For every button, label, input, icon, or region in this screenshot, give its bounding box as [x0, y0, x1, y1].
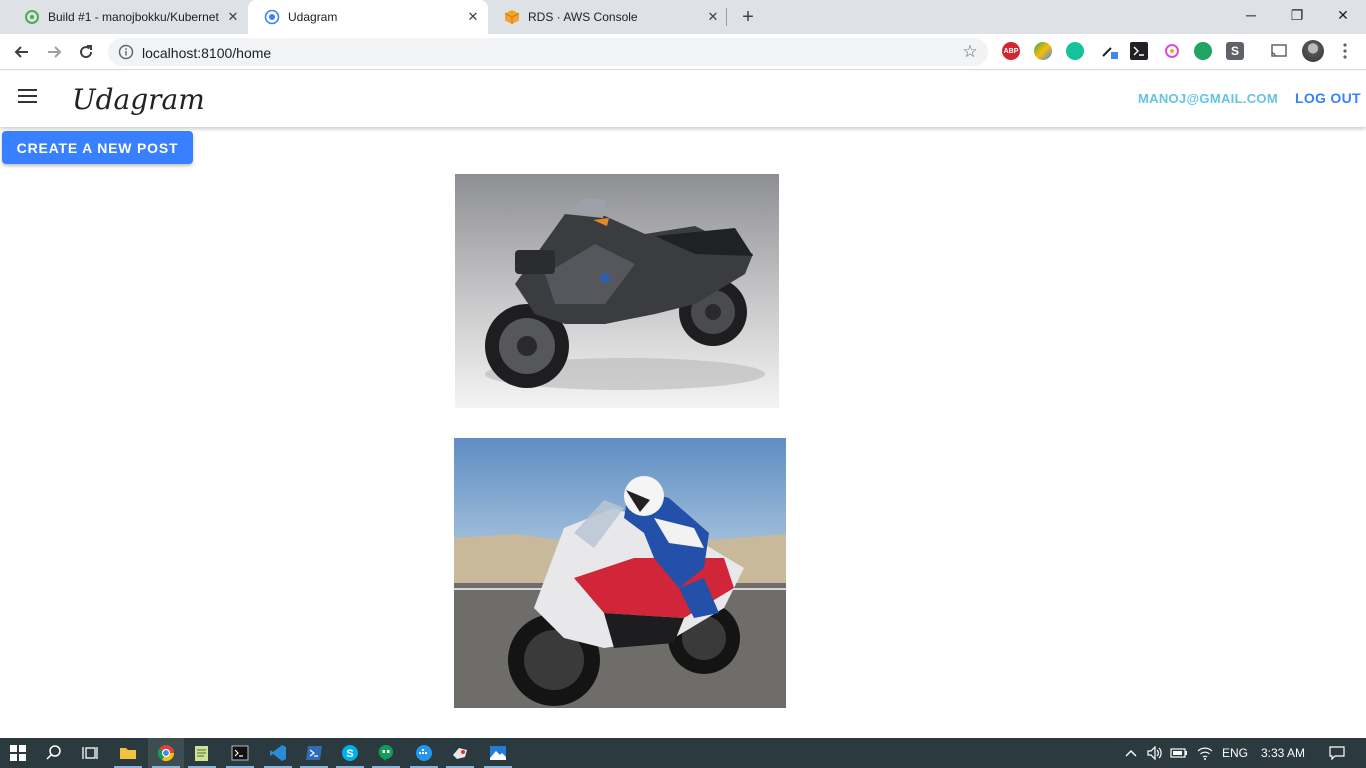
address-bar[interactable]: localhost:8100/home ☆ [108, 38, 988, 66]
hangouts-button[interactable] [368, 738, 404, 768]
info-icon[interactable] [118, 44, 134, 60]
windows-taskbar: S ENG 3:33 AM [0, 738, 1366, 768]
user-email-button[interactable]: MANOJ@GMAIL.COM [1138, 91, 1278, 106]
adblock-extension-icon[interactable]: ABP [1002, 42, 1020, 60]
chrome-menu-icon[interactable] [1336, 42, 1354, 60]
drive-extension-icon[interactable] [1034, 42, 1052, 60]
notepad-button[interactable] [184, 738, 220, 768]
minimize-button[interactable]: ─ [1228, 0, 1274, 30]
speaker-icon [1147, 746, 1162, 760]
tab-udagram[interactable]: Udagram ✕ [248, 0, 488, 34]
search-button[interactable] [36, 738, 72, 768]
tab-close-icon[interactable]: ✕ [466, 10, 480, 24]
action-center-button[interactable] [1322, 738, 1352, 768]
show-hidden-icons-button[interactable] [1118, 738, 1144, 768]
reload-icon [80, 45, 93, 59]
evernote-extension-icon[interactable] [1194, 42, 1212, 60]
battery-icon [1170, 748, 1187, 758]
notepad-icon [195, 746, 208, 761]
chrome-taskbar-button[interactable] [148, 738, 184, 768]
tab-aws-rds[interactable]: RDS · AWS Console ✕ [488, 0, 728, 34]
hamburger-menu-icon[interactable] [18, 89, 38, 105]
powershell-button[interactable] [296, 738, 332, 768]
logout-button[interactable]: LOG OUT [1295, 90, 1361, 106]
powershell-icon [306, 746, 322, 760]
folder-icon [120, 748, 136, 759]
skype-button[interactable]: S [332, 738, 368, 768]
restore-button[interactable]: ❐ [1274, 0, 1320, 30]
app-logo: Udagram [72, 83, 205, 116]
tab-close-icon[interactable]: ✕ [226, 10, 240, 24]
cast-icon[interactable] [1270, 42, 1288, 60]
photos-icon [490, 746, 506, 760]
chevron-up-icon [1125, 750, 1137, 757]
arrow-right-icon [48, 46, 62, 58]
tab-jenkins-build[interactable]: Build #1 - manojbokku/Kubernet ✕ [8, 0, 248, 34]
file-explorer-button[interactable] [110, 738, 146, 768]
post-image [455, 174, 779, 408]
grammarly-extension-icon[interactable] [1066, 42, 1084, 60]
color-picker-extension-icon[interactable] [1100, 42, 1118, 60]
input-language[interactable]: ENG [1222, 746, 1248, 760]
command-prompt-icon [231, 745, 249, 761]
hangouts-icon [378, 744, 393, 761]
clock-time[interactable]: 3:33 AM [1261, 746, 1305, 760]
task-view-icon [82, 747, 98, 759]
back-button[interactable] [8, 38, 36, 66]
start-button[interactable] [0, 738, 36, 768]
window-close-button[interactable]: ✕ [1320, 0, 1366, 30]
tab-separator [726, 8, 727, 26]
jenkins-icon [24, 9, 40, 25]
app-header: Udagram MANOJ@GMAIL.COM LOG OUT [0, 71, 1366, 127]
battery-button[interactable] [1166, 738, 1192, 768]
chrome-icon [157, 745, 175, 762]
tab-close-icon[interactable]: ✕ [706, 10, 720, 24]
post-image [454, 438, 786, 708]
docker-button[interactable] [406, 738, 442, 768]
svg-text:S: S [346, 748, 353, 760]
task-view-button[interactable] [72, 738, 108, 768]
wifi-icon [1197, 747, 1213, 760]
tab-title: Udagram [288, 10, 338, 24]
stylish-extension-icon[interactable]: S [1226, 42, 1244, 60]
vscode-icon [270, 745, 286, 761]
profile-avatar[interactable] [1302, 40, 1324, 62]
arrow-left-icon [14, 46, 28, 58]
url-text[interactable]: localhost:8100/home [142, 45, 271, 61]
reload-button[interactable] [72, 38, 100, 66]
ionic-icon [264, 9, 280, 25]
bookmark-star-icon[interactable]: ☆ [960, 42, 980, 62]
photos-button[interactable] [480, 738, 516, 768]
paint-extension-icon[interactable] [1163, 42, 1181, 60]
forward-button[interactable] [40, 38, 68, 66]
cmd-button[interactable] [222, 738, 258, 768]
browser-toolbar: localhost:8100/home ☆ ABP S [0, 34, 1366, 70]
vscode-button[interactable] [260, 738, 296, 768]
search-icon [46, 745, 61, 760]
skype-icon: S [342, 745, 358, 761]
browser-tab-strip: Build #1 - manojbokku/Kubernet ✕ Udagram… [0, 0, 1366, 34]
wifi-button[interactable] [1192, 738, 1218, 768]
tab-title: RDS · AWS Console [528, 10, 638, 24]
docker-icon [416, 745, 432, 761]
create-post-button[interactable]: CREATE A NEW POST [2, 131, 193, 164]
notification-icon [1329, 746, 1345, 760]
volume-button[interactable] [1142, 738, 1168, 768]
windows-logo-icon [10, 745, 26, 761]
tab-title: Build #1 - manojbokku/Kubernet [48, 10, 219, 24]
game-app-button[interactable] [442, 738, 478, 768]
aws-box-icon [504, 9, 520, 25]
new-tab-button[interactable]: + [737, 6, 759, 28]
app-icon [453, 748, 467, 759]
terminal-extension-icon[interactable] [1130, 42, 1148, 60]
